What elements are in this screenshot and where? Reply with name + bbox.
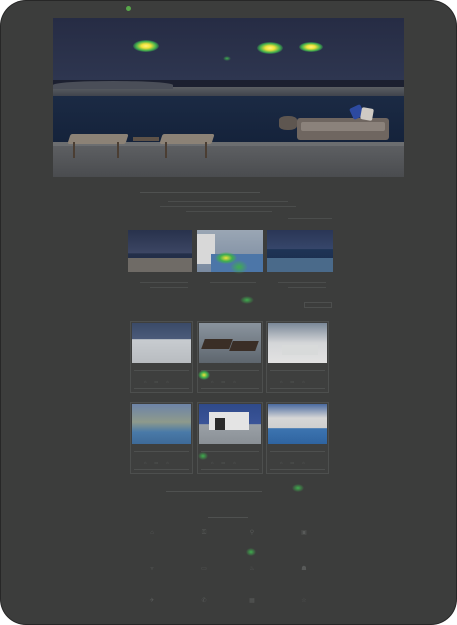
services-title-line <box>208 517 248 518</box>
service-item[interactable]: ⚿ <box>184 530 224 537</box>
property-card[interactable]: ⌂▭⌂ <box>197 321 263 393</box>
property-card[interactable]: ⌂▭⌂ <box>197 402 263 474</box>
car-icon: ▭ <box>201 566 207 572</box>
heatmap-spot <box>246 548 256 556</box>
read-more-link[interactable] <box>288 218 332 219</box>
service-item[interactable]: ▣ <box>284 530 324 537</box>
property-card[interactable]: ⌂▭⌂ <box>266 402 329 474</box>
property-photo <box>199 404 261 444</box>
hero-image <box>53 18 404 177</box>
intro-text-line <box>160 206 296 207</box>
sun-logo-icon <box>126 6 131 12</box>
caption-line <box>150 287 188 288</box>
page-overlay: ⌂▭⌂ ⌂▭⌂ ⌂▭⌂ ⌂▭⌂ ⌂▭⌂ ⌂▭⌂ ⌂ ⚿ ⚲ ▣ ▿ ▭ ♨ ☗ … <box>0 0 457 625</box>
calendar-icon: ▦ <box>249 598 255 604</box>
amenity-icons: ⌂▭⌂ <box>280 379 313 384</box>
service-item[interactable]: ☗ <box>284 566 324 573</box>
hero-deck <box>53 146 404 177</box>
service-item[interactable]: ▭ <box>184 566 224 573</box>
intro-rule <box>140 192 260 193</box>
service-item[interactable]: ✆ <box>184 598 224 605</box>
lounger-leg <box>205 142 207 158</box>
property-card[interactable]: ⌂▭⌂ <box>130 321 193 393</box>
property-photo <box>132 323 191 363</box>
featured-thumb-sea[interactable] <box>267 230 333 272</box>
service-item[interactable]: ✈ <box>132 598 172 605</box>
property-photo <box>199 323 261 363</box>
lounger-leg <box>165 142 167 158</box>
caption-line <box>288 287 326 288</box>
amenity-icons: ⌂▭⌂ <box>144 379 177 384</box>
ottoman <box>279 116 297 130</box>
concierge-icon: ☗ <box>301 566 307 572</box>
pin-icon: ⚲ <box>249 530 255 536</box>
service-item[interactable]: ⌂ <box>132 530 172 537</box>
amenity-icons: ⌂▭⌂ <box>280 460 313 465</box>
intro-text-line <box>186 211 272 212</box>
chef-icon: ♨ <box>249 566 255 572</box>
property-meta: ⌂▭⌂ <box>270 447 325 471</box>
plane-icon: ✈ <box>149 598 155 604</box>
service-item[interactable]: ♨ <box>232 566 272 573</box>
site-logo[interactable] <box>126 6 131 12</box>
intro-text-line <box>168 201 288 202</box>
phone-icon: ✆ <box>201 598 207 604</box>
top-bar <box>52 6 405 16</box>
hero-sky <box>53 18 404 80</box>
property-card[interactable]: ⌂▭⌂ <box>266 321 329 393</box>
service-item[interactable]: ▦ <box>232 598 272 605</box>
heatmap-spot <box>292 484 304 492</box>
heatmap-spot <box>240 296 254 304</box>
cocktail-icon: ▿ <box>150 566 154 572</box>
outdoor-sofa <box>297 118 389 140</box>
property-photo <box>132 404 191 444</box>
caption-line <box>140 282 188 283</box>
property-meta: ⌂▭⌂ <box>134 366 189 390</box>
property-meta: ⌂▭⌂ <box>201 447 259 471</box>
property-photo <box>268 404 327 444</box>
property-meta: ⌂▭⌂ <box>270 366 325 390</box>
service-item[interactable]: ☆ <box>284 598 324 605</box>
key-icon: ⚿ <box>201 530 207 536</box>
featured-thumb-pool[interactable] <box>197 230 263 272</box>
view-all-button[interactable] <box>304 302 332 308</box>
sun-lounger-left <box>67 134 129 144</box>
white-cushion <box>360 107 374 121</box>
side-table <box>133 137 159 141</box>
featured-thumb-coast[interactable] <box>128 230 192 272</box>
property-card[interactable]: ⌂▭⌂ <box>130 402 193 474</box>
lounger-leg <box>73 142 75 158</box>
search-prompt-line[interactable] <box>166 491 262 492</box>
amenity-icons: ⌂▭⌂ <box>144 460 177 465</box>
amenity-icons: ⌂▭⌂ <box>211 460 244 465</box>
property-photo <box>268 323 327 363</box>
amenity-icons: ⌂▭⌂ <box>211 379 244 384</box>
property-meta: ⌂▭⌂ <box>201 366 259 390</box>
house-icon: ⌂ <box>150 530 154 536</box>
caption-line <box>278 282 326 283</box>
lounger-leg <box>117 142 119 158</box>
star-icon: ☆ <box>301 598 307 604</box>
hero-hills <box>53 81 404 96</box>
suitcase-icon: ▣ <box>301 530 307 536</box>
property-meta: ⌂▭⌂ <box>134 447 189 471</box>
service-item[interactable]: ▿ <box>132 566 172 573</box>
caption-line <box>210 282 256 283</box>
service-item[interactable]: ⚲ <box>232 530 272 537</box>
